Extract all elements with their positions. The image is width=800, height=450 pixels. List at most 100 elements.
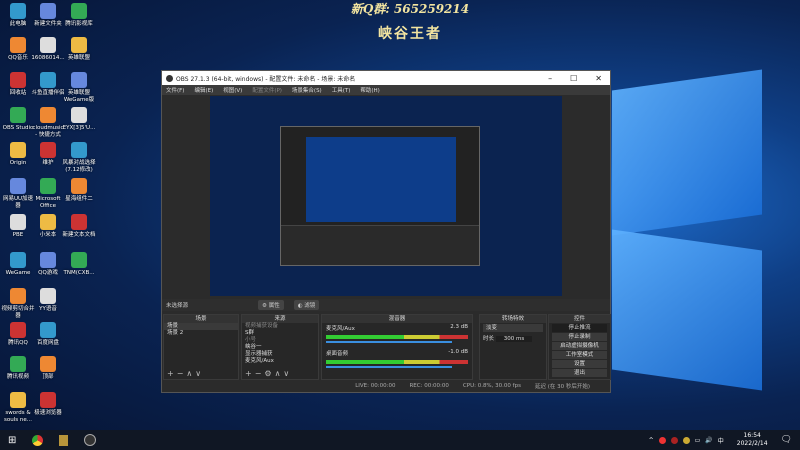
mixer-channel-db: -1.0 dB bbox=[448, 349, 468, 357]
desktop-icon[interactable]: 风暴对战选择 (7.12修改) bbox=[62, 142, 96, 173]
stop-recording-button[interactable]: 停止录制 bbox=[552, 333, 607, 341]
live-status: LIVE: 00:00:00 bbox=[355, 383, 395, 389]
desktop-icon[interactable]: YY语音 bbox=[31, 288, 65, 313]
volume-meter bbox=[326, 360, 468, 364]
source-item[interactable]: 显示器捕获 bbox=[242, 351, 318, 358]
volume-slider[interactable] bbox=[326, 341, 452, 343]
desktop-icon-label: cloudmusic - 快捷方式 bbox=[31, 125, 65, 138]
desktop-icon[interactable]: Origin bbox=[1, 142, 35, 167]
desktop-icon[interactable]: 英雄联盟 WeGame版 bbox=[62, 72, 96, 103]
source-item[interactable]: 视频捕获设备 bbox=[242, 323, 318, 330]
mixer-channel-db: 2.3 dB bbox=[450, 324, 468, 332]
preview-canvas[interactable] bbox=[210, 96, 562, 296]
notification-icon[interactable]: 🗨 bbox=[781, 435, 792, 445]
desktop-icon[interactable]: 斗鱼直播伴侣 bbox=[31, 72, 65, 97]
rec-status: REC: 00:00:00 bbox=[409, 383, 448, 389]
app-icon bbox=[10, 3, 26, 19]
desktop-icon[interactable]: PBE bbox=[1, 214, 35, 239]
menu-file[interactable]: 文件(F) bbox=[166, 86, 184, 94]
desktop-icon-label: WeGame bbox=[1, 270, 35, 277]
desktop-icon[interactable]: 网易UU加速器 bbox=[1, 178, 35, 209]
virtual-camera-button[interactable]: 启动虚拟摄像机 bbox=[552, 342, 607, 350]
desktop-icon-label: 网易UU加速器 bbox=[1, 196, 35, 209]
desktop-icon-label: 顶部 bbox=[31, 374, 65, 381]
scenes-dock: 场景 场景 场景 2 +−∧∨ bbox=[163, 314, 239, 380]
menu-scene-collection[interactable]: 场景集合(S) bbox=[292, 86, 322, 94]
desktop-icon[interactable]: cloudmusic - 快捷方式 bbox=[31, 107, 65, 138]
app-icon bbox=[40, 178, 56, 194]
desktop-icon[interactable]: QQ游戏 bbox=[31, 252, 65, 277]
desktop-icon-label: 英雄联盟 bbox=[62, 55, 96, 62]
scene-controls[interactable]: +−∧∨ bbox=[167, 369, 204, 378]
desktop-icon[interactable]: 百度网盘 bbox=[31, 322, 65, 347]
app-icon bbox=[71, 178, 87, 194]
controls-title: 控件 bbox=[549, 315, 610, 323]
desktop-icon[interactable]: 小米本 bbox=[31, 214, 65, 239]
network-icon[interactable]: ▭ bbox=[695, 437, 701, 444]
chrome-taskbar-icon[interactable] bbox=[32, 435, 43, 446]
tray-app-icon[interactable] bbox=[683, 437, 690, 444]
source-item[interactable]: S群 bbox=[242, 330, 318, 337]
desktop-icon[interactable]: WeGame bbox=[1, 252, 35, 277]
settings-button[interactable]: 设置 bbox=[552, 360, 607, 368]
scene-item[interactable]: 场景 bbox=[164, 323, 238, 330]
desktop-icon[interactable]: OBS Studio bbox=[1, 107, 35, 132]
app-icon bbox=[10, 392, 26, 408]
close-button[interactable]: ✕ bbox=[595, 74, 602, 83]
desktop-icon[interactable]: TNM(CXB... bbox=[62, 252, 96, 277]
filters-button[interactable]: ◐ 滤镜 bbox=[294, 300, 320, 310]
desktop-icon-label: 16086014... bbox=[31, 55, 65, 62]
menu-profile[interactable]: 配置文件(P) bbox=[252, 86, 282, 94]
desktop-icon[interactable]: EYX[3]5'U... bbox=[62, 107, 96, 132]
desktop-icon[interactable]: Microsoft Office bbox=[31, 178, 65, 209]
desktop-icon[interactable]: 新建文件夹 bbox=[31, 3, 65, 28]
desktop-icon[interactable]: 新建文本文档 bbox=[62, 214, 96, 239]
desktop-icon[interactable]: 英雄联盟 bbox=[62, 37, 96, 62]
source-item[interactable]: 小号 bbox=[242, 337, 318, 344]
source-controls[interactable]: +−⚙∧∨ bbox=[245, 369, 292, 378]
desktop-icon[interactable]: swords & souls ne... bbox=[1, 392, 35, 423]
menu-edit[interactable]: 编辑(E) bbox=[194, 86, 213, 94]
desktop-icon[interactable]: 视频剪切合并器 bbox=[1, 288, 35, 319]
desktop-icon[interactable]: 极速浏览器 bbox=[31, 392, 65, 417]
sources-dock: 来源 视频捕获设备 S群 小号 峡谷一 显示器捕获 麦克风/Aux +−⚙∧∨ bbox=[241, 314, 319, 380]
clock[interactable]: 16:542022/2/14 bbox=[737, 432, 768, 448]
desktop-icon[interactable]: 回收站 bbox=[1, 72, 35, 97]
tray-expand-icon[interactable]: ^ bbox=[649, 437, 654, 444]
desktop-icon-label: 腾讯QQ bbox=[1, 340, 35, 347]
exit-button[interactable]: 退出 bbox=[552, 369, 607, 377]
studio-mode-button[interactable]: 工作室模式 bbox=[552, 351, 607, 359]
obs-taskbar-icon[interactable] bbox=[84, 434, 96, 446]
tray-app-icon[interactable] bbox=[671, 437, 678, 444]
menu-help[interactable]: 帮助(H) bbox=[360, 86, 379, 94]
desktop-icon[interactable]: 星海组件二 bbox=[62, 178, 96, 203]
lol-taskbar-icon[interactable] bbox=[59, 435, 68, 446]
ime-icon[interactable]: 中 bbox=[718, 436, 724, 445]
menu-tools[interactable]: 工具(T) bbox=[332, 86, 351, 94]
desktop-icon[interactable]: 此电脑 bbox=[1, 3, 35, 28]
stop-streaming-button[interactable]: 停止推流 bbox=[552, 324, 607, 332]
maximize-button[interactable]: ☐ bbox=[570, 74, 577, 83]
volume-icon[interactable]: 🔊 bbox=[705, 437, 712, 444]
transition-select[interactable]: 淡变 bbox=[483, 324, 543, 332]
desktop-icon[interactable]: 腾讯视频 bbox=[1, 356, 35, 381]
taskbar: ⊞ ^ ▭ 🔊 中 16:542022/2/14 🗨 bbox=[0, 430, 800, 450]
app-icon bbox=[10, 288, 26, 304]
desktop-icon[interactable]: 维护 bbox=[31, 142, 65, 167]
tray-app-icon[interactable] bbox=[659, 437, 666, 444]
source-item[interactable]: 麦克风/Aux bbox=[242, 358, 318, 365]
minimize-button[interactable]: – bbox=[548, 74, 552, 83]
desktop-icon[interactable]: QQ音乐 bbox=[1, 37, 35, 62]
duration-input[interactable]: 300 ms bbox=[496, 336, 532, 342]
scene-item[interactable]: 场景 2 bbox=[164, 330, 238, 337]
desktop-icon[interactable]: 腾讯QQ bbox=[1, 322, 35, 347]
app-icon bbox=[40, 3, 56, 19]
desktop-icon[interactable]: 16086014... bbox=[31, 37, 65, 62]
start-button[interactable]: ⊞ bbox=[8, 435, 16, 446]
desktop-icon[interactable]: 腾讯影视库 bbox=[62, 3, 96, 28]
desktop-icon[interactable]: 顶部 bbox=[31, 356, 65, 381]
source-item[interactable]: 峡谷一 bbox=[242, 344, 318, 351]
volume-slider[interactable] bbox=[326, 366, 452, 368]
properties-button[interactable]: ⚙ 属性 bbox=[258, 300, 284, 310]
menu-view[interactable]: 视图(V) bbox=[223, 86, 242, 94]
